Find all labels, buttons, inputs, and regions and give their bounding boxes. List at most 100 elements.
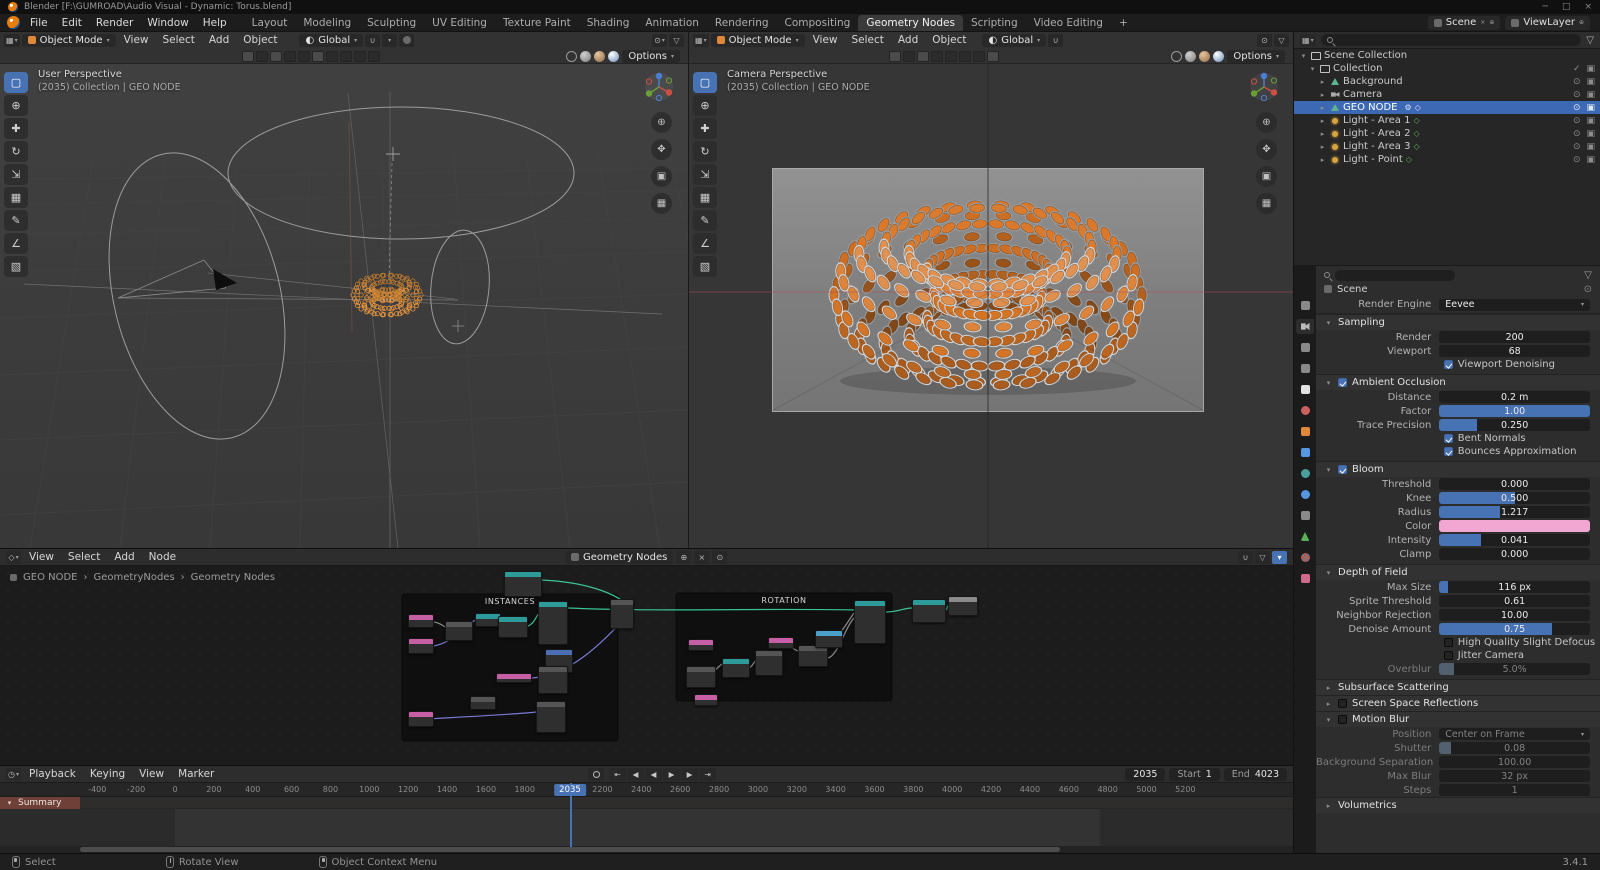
mb-background-separation-field[interactable]: 100.00 <box>1439 756 1590 768</box>
pan-icon[interactable]: ✥ <box>1256 139 1277 160</box>
unlink-scene-icon[interactable]: × <box>1480 19 1485 26</box>
tab-compositing[interactable]: Compositing <box>777 15 859 31</box>
samples-viewport-field[interactable]: 68 <box>1439 345 1590 357</box>
node[interactable] <box>688 639 714 651</box>
outliner-search-input[interactable] <box>1321 34 1582 46</box>
node[interactable] <box>470 696 496 710</box>
perspective-toggle-icon[interactable]: ▦ <box>1256 193 1277 214</box>
disable-render-toggle[interactable]: ▣ <box>1586 116 1595 126</box>
outliner-item-background[interactable]: ▸ Background ⊙ ▣ <box>1294 75 1600 88</box>
camera-view-icon[interactable]: ▣ <box>1256 166 1277 187</box>
camera-toggle-icon[interactable] <box>354 51 366 62</box>
editor-type-button[interactable]: ▦▾ <box>1300 34 1316 47</box>
node[interactable] <box>722 658 750 678</box>
node[interactable] <box>445 621 473 641</box>
measure-tool[interactable]: ∠ <box>4 233 28 254</box>
shading-toggle-icon[interactable] <box>368 51 380 62</box>
disable-render-toggle[interactable]: ▣ <box>1586 103 1595 113</box>
gizmo-toggle-icon[interactable] <box>917 51 929 62</box>
navigation-gizmo[interactable] <box>642 70 676 104</box>
properties-search-input[interactable] <box>1335 270 1455 281</box>
menu-keying[interactable]: Keying <box>84 768 131 780</box>
camera-view-icon[interactable]: ▣ <box>651 166 672 187</box>
ptab-render[interactable] <box>1296 319 1314 334</box>
bloom-intensity-slider[interactable]: 0.041 <box>1439 534 1590 546</box>
menu-view[interactable]: View <box>23 551 60 563</box>
menu-object[interactable]: Object <box>926 34 972 46</box>
blender-menu-icon[interactable] <box>7 16 20 29</box>
node[interactable] <box>912 599 946 623</box>
panel-header-bloom[interactable]: ▾ Bloom <box>1316 461 1600 477</box>
node[interactable] <box>798 645 828 667</box>
annotate-tool[interactable]: ✎ <box>4 210 28 231</box>
menu-help[interactable]: Help <box>196 17 234 29</box>
dof-neighbor-rejection-field[interactable]: 10.00 <box>1439 609 1590 621</box>
ptab-particles[interactable] <box>1296 466 1314 481</box>
outliner-item-light-point[interactable]: ▸ Light - Point ◇ ⊙ ▣ <box>1294 153 1600 166</box>
panel-header-subsurface-scattering[interactable]: ▸ Subsurface Scattering <box>1316 679 1600 695</box>
panel-header-screen-space-reflections[interactable]: ▸ Screen Space Reflections <box>1316 695 1600 711</box>
proportional-toggle-icon[interactable] <box>312 51 324 62</box>
bloom-knee-slider[interactable]: 0.500 <box>1439 492 1590 504</box>
menu-select[interactable]: Select <box>157 34 201 46</box>
solid-shading-icon[interactable] <box>580 51 591 62</box>
maximize-button[interactable]: □ <box>1562 2 1571 12</box>
mode-select[interactable]: Object Mode ▾ <box>22 34 116 47</box>
menu-file[interactable]: File <box>23 17 55 29</box>
cursor-tool[interactable]: ⊕ <box>693 95 717 116</box>
editor-type-button[interactable]: ▦▾ <box>693 34 709 47</box>
rotate-tool[interactable]: ↻ <box>4 141 28 162</box>
bloom-threshold-slider[interactable]: 0.000 <box>1439 478 1590 490</box>
tab-texture-paint[interactable]: Texture Paint <box>495 15 579 31</box>
menu-add[interactable]: Add <box>108 551 140 563</box>
snapping-options-button[interactable]: ▾ <box>382 34 397 47</box>
proportional-editing-icon[interactable] <box>399 34 414 47</box>
menu-select[interactable]: Select <box>62 551 106 563</box>
ptab-constraints[interactable] <box>1296 508 1314 523</box>
ptab-texture[interactable] <box>1296 571 1314 586</box>
hide-viewport-toggle[interactable]: ⊙ <box>1573 155 1581 165</box>
bloom-radius-slider[interactable]: 1.217 <box>1439 506 1590 518</box>
timeline-scrollbar[interactable] <box>0 846 1293 853</box>
current-frame-field[interactable]: 2035 <box>1125 768 1165 781</box>
outliner-item-light-area-3[interactable]: ▸ Light - Area 3 ◇ ⊙ ▣ <box>1294 140 1600 153</box>
tab-video-editing[interactable]: Video Editing <box>1026 15 1111 31</box>
ptab-view-layer[interactable] <box>1296 361 1314 376</box>
node[interactable] <box>755 650 783 676</box>
menu-edit[interactable]: Edit <box>55 17 89 29</box>
pin-button[interactable]: ⊙ <box>712 551 727 564</box>
node[interactable] <box>408 614 434 628</box>
outliner-item-light-area-1[interactable]: ▸ Light - Area 1 ◇ ⊙ ▣ <box>1294 114 1600 127</box>
node[interactable] <box>610 599 634 629</box>
hide-viewport-toggle[interactable]: ⊙ <box>1573 90 1581 100</box>
node-canvas[interactable]: GEO NODE › GeometryNodes › Geometry Node… <box>0 566 1293 765</box>
disable-render-toggle[interactable]: ▣ <box>1586 64 1595 74</box>
xray-toggle-icon[interactable] <box>903 51 915 62</box>
menu-add[interactable]: Add <box>203 34 235 46</box>
minimize-button[interactable]: ─ <box>1543 2 1548 12</box>
prev-keyframe-button[interactable]: ◀ <box>627 768 644 781</box>
measure-toggle-icon[interactable] <box>340 51 352 62</box>
options-dropdown[interactable]: Options ▾ <box>1227 50 1285 63</box>
next-keyframe-button[interactable]: ▶ <box>681 768 698 781</box>
ao-enable-checkbox[interactable] <box>1338 378 1347 387</box>
hide-viewport-toggle[interactable]: ⊙ <box>1573 129 1581 139</box>
tab-modeling[interactable]: Modeling <box>295 15 359 31</box>
annotate-tool[interactable]: ✎ <box>693 210 717 231</box>
frame-end-field[interactable]: End 4023 <box>1224 768 1287 781</box>
gizmos-popover-button[interactable]: ▽ <box>1274 34 1289 47</box>
transform-orientation-select[interactable]: ◐ Global ▾ <box>299 34 363 47</box>
hide-viewport-toggle[interactable]: ⊙ <box>1573 142 1581 152</box>
ptab-tool[interactable] <box>1296 298 1314 313</box>
scale-tool[interactable]: ⇲ <box>693 164 717 185</box>
select-box-tool[interactable]: ▢ <box>4 72 28 93</box>
visibility-popover-button[interactable]: ⊙ <box>1257 34 1272 47</box>
filter-icon[interactable]: ▽ <box>1584 270 1592 281</box>
disable-render-toggle[interactable]: ▣ <box>1586 90 1595 100</box>
unlink-nodetree-button[interactable]: × <box>694 551 709 564</box>
ptab-modifiers[interactable] <box>1296 445 1314 460</box>
timeline-channels[interactable]: ▾ Summary <box>0 797 1293 846</box>
snapping-magnet-icon[interactable]: ∪ <box>1238 551 1253 564</box>
bounces-approximation-checkbox[interactable] <box>1444 447 1453 456</box>
disable-render-toggle[interactable]: ▣ <box>1586 77 1595 87</box>
